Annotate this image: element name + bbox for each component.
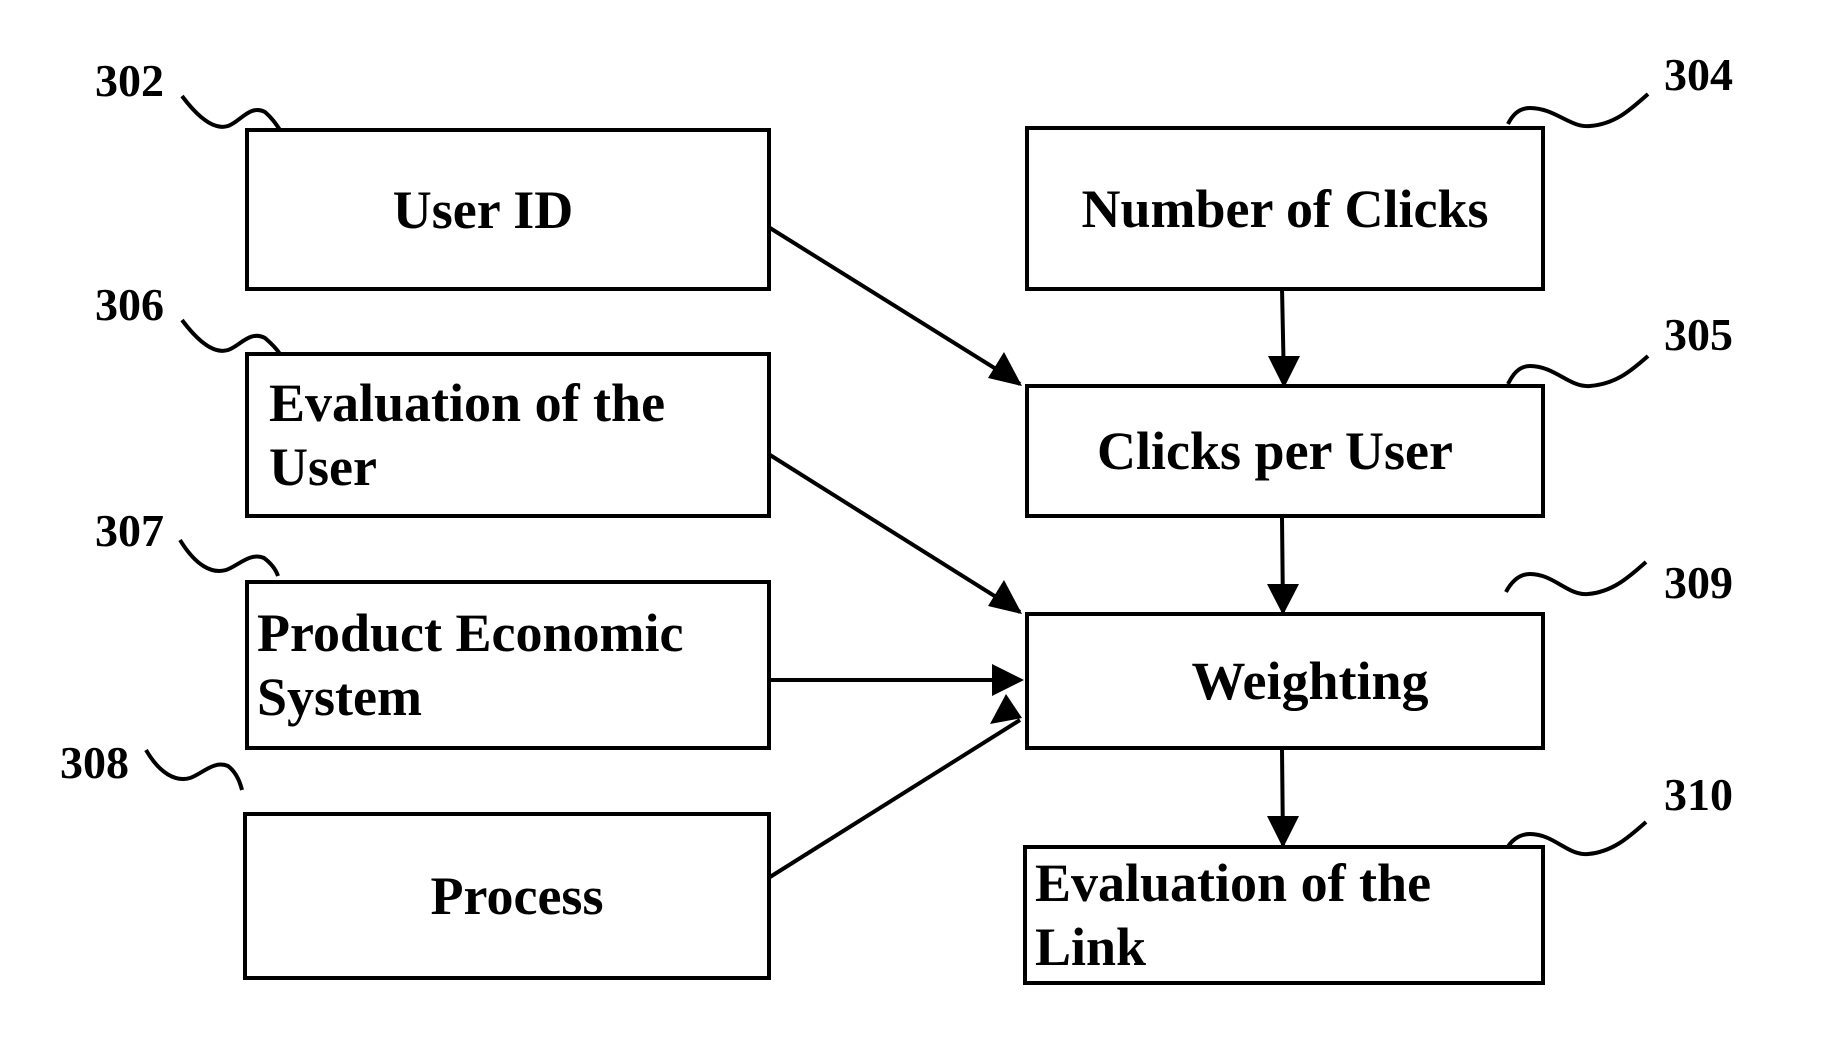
node-product-economic-system: Product Economic System [245,580,771,750]
leader-305 [1506,354,1650,389]
ref-305: 305 [1664,309,1733,360]
arrow-302-to-305 [768,226,1022,386]
node-label-line-2: Link [1035,917,1147,977]
leader-302 [180,94,282,132]
node-label-line-2: System [257,667,422,727]
node-label-line-1: Evaluation of the [1035,853,1432,913]
node-label: Product Economic System [257,601,683,729]
ref-304: 304 [1664,49,1733,100]
ref-307: 307 [95,505,164,556]
node-process: Process [243,812,771,980]
leader-307 [178,538,280,577]
node-label-line-1: Product Economic [257,603,684,663]
ref-302: 302 [95,55,164,106]
leader-309 [1504,560,1648,597]
node-evaluation-of-the-link: Evaluation of the Link [1023,845,1545,985]
node-clicks-per-user: Clicks per User [1025,384,1545,518]
node-label: Evaluation of the Link [1035,851,1431,979]
node-weighting: Weighting [1025,612,1545,750]
ref-309: 309 [1664,557,1733,608]
ref-310: 310 [1664,769,1733,820]
node-label: Number of Clicks [1081,178,1489,239]
node-label: Evaluation of the User [269,371,665,499]
node-label: Clicks per User [1097,421,1453,481]
node-user-id: User ID [245,128,771,291]
node-label: Weighting [1191,651,1429,711]
node-label: Process [430,866,604,926]
leader-308 [144,748,244,791]
arrow-308-to-309 [768,718,1022,879]
leader-306 [180,318,282,356]
arrow-306-to-309 [768,453,1022,614]
ref-306: 306 [95,279,164,330]
arrowhead-307-to-309 [992,664,1024,696]
node-evaluation-of-the-user: Evaluation of the User [245,352,771,518]
node-number-of-clicks: Number of Clicks [1025,126,1545,291]
node-label-line-1: Evaluation of the [269,373,666,433]
ref-308: 308 [60,737,129,788]
node-label-line-2: User [269,437,377,497]
node-label: User ID [392,179,574,240]
leader-304 [1506,92,1650,129]
arrowhead-305-to-309 [1267,584,1299,615]
arrowhead-309-to-310 [1267,816,1299,848]
